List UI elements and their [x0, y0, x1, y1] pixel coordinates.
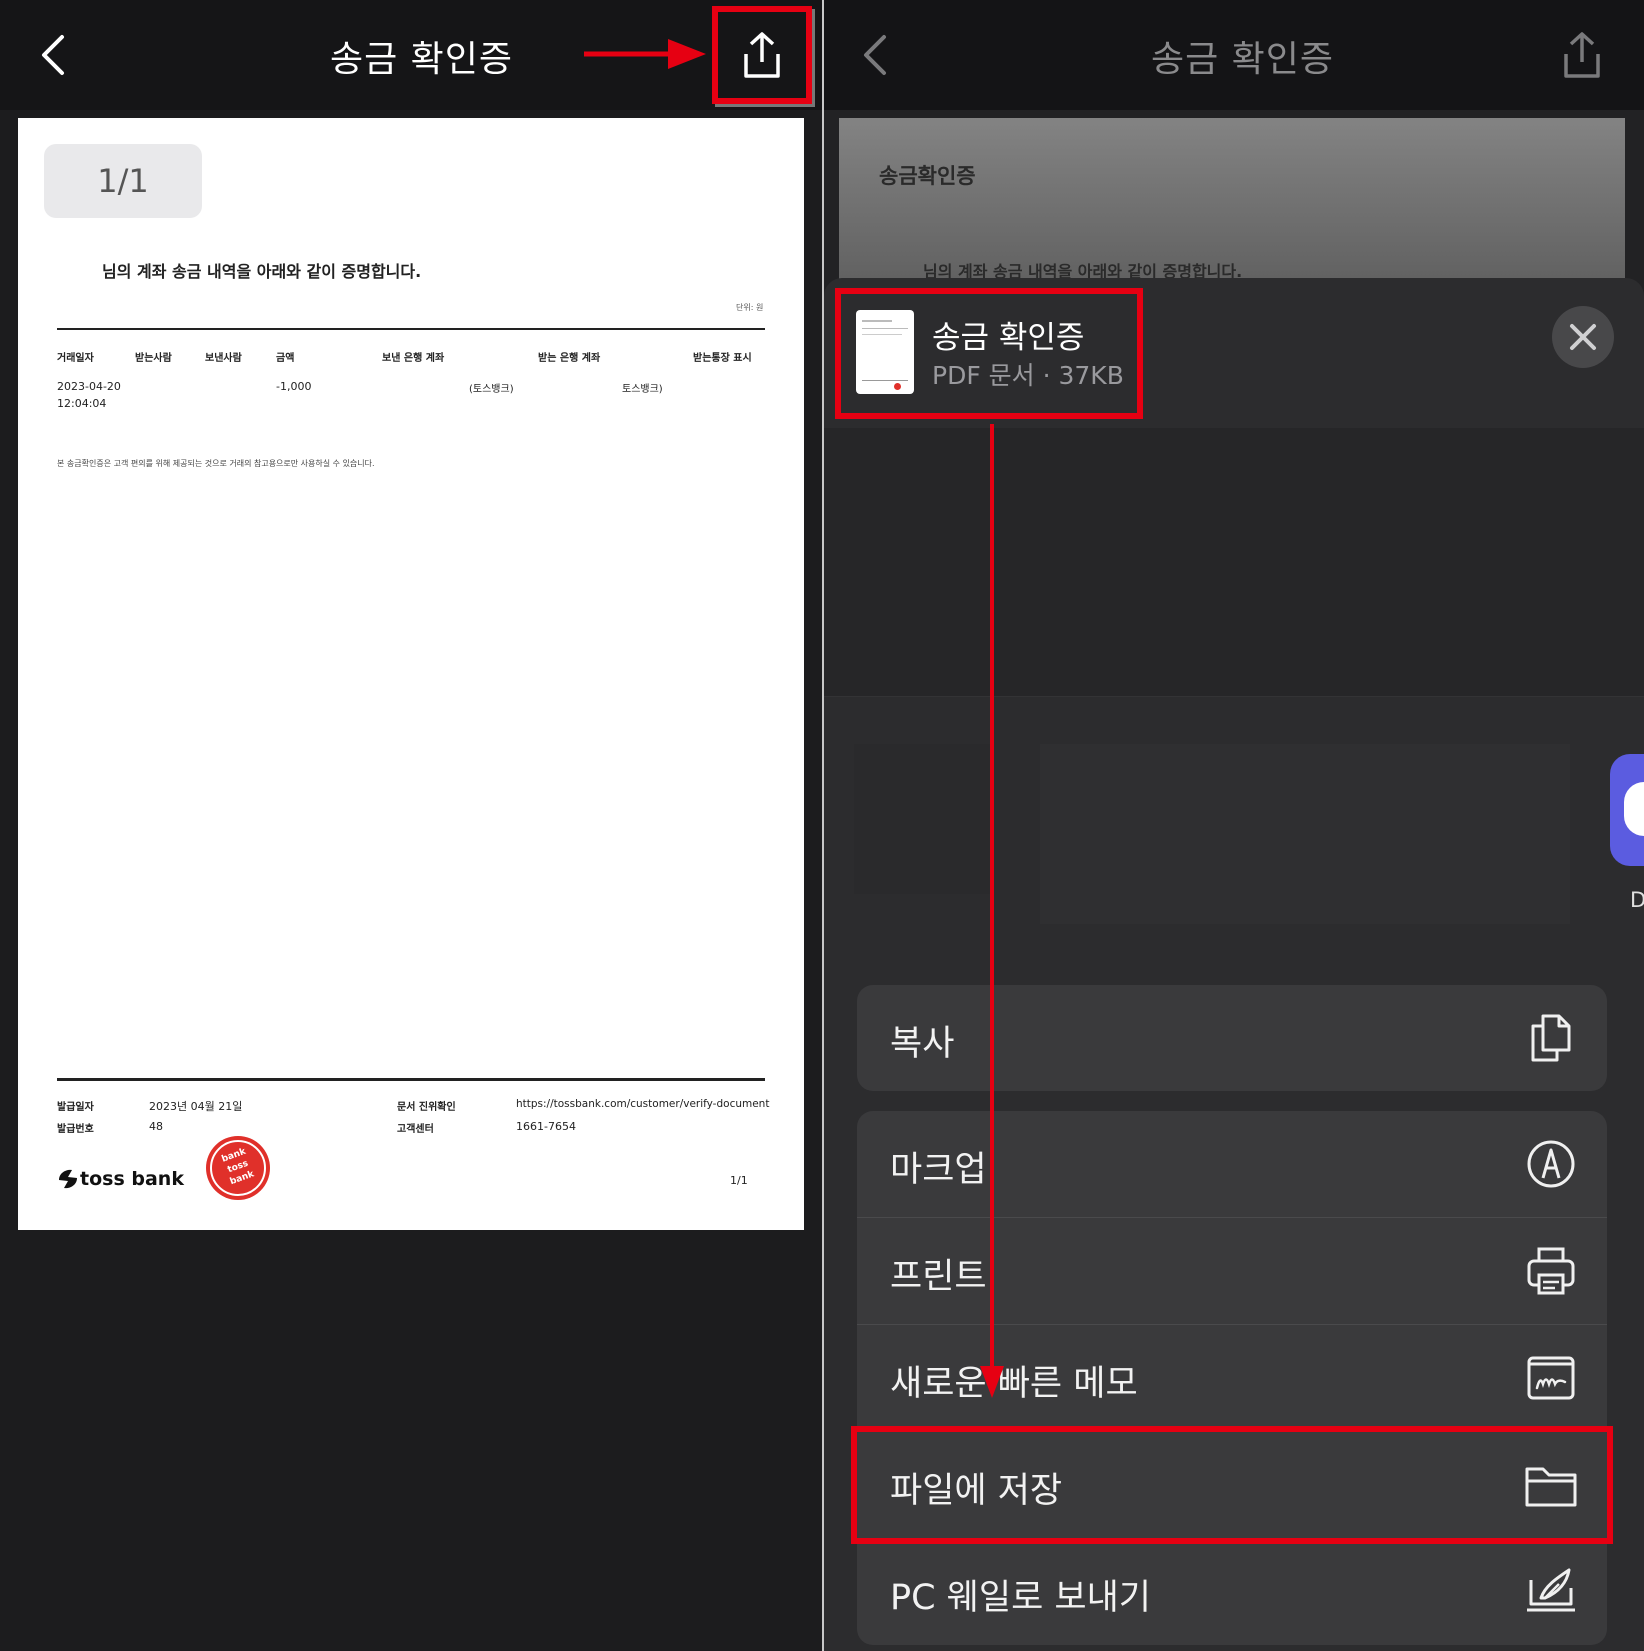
col-header-sender: 보낸사람 — [205, 353, 242, 364]
verify-url[interactable]: https://tossbank.com/customer/verify-doc… — [516, 1098, 769, 1110]
brand-wordmark: toss bank — [80, 1168, 184, 1190]
col-header-date: 거래일자 — [57, 353, 94, 364]
customer-center-phone: 1661-7654 — [516, 1120, 576, 1133]
row-time: 12:04:04 — [57, 397, 107, 410]
company-seal: bank toss bank — [206, 1136, 270, 1200]
left-nav-bar: 송금 확인증 — [0, 0, 822, 110]
right-screen: 송금 확인증 송금확인증 님의 계좌 송금 내역을 아래와 같이 증명합니다. … — [824, 0, 1644, 1651]
issue-date-label: 발급일자 — [57, 1102, 94, 1113]
page-indicator: 1/1 — [97, 162, 149, 200]
row-receiver-bank: 토스뱅크) — [622, 384, 663, 395]
row-sender-bank: (토스뱅크) — [469, 384, 514, 395]
unit-label: 단위: 원 — [736, 303, 764, 312]
document-heading: 님의 계좌 송금 내역을 아래와 같이 증명합니다. — [102, 262, 422, 281]
row-amount: -1,000 — [276, 380, 312, 393]
col-header-amount: 금액 — [276, 353, 295, 364]
toss-logo-icon — [59, 1169, 77, 1189]
left-screen: 송금 확인증 1/1 님의 계좌 송금 내역을 아래와 같이 증명합니다. 단위… — [0, 0, 822, 1651]
customer-center-label: 고객센터 — [397, 1124, 434, 1135]
issue-date: 2023년 04월 21일 — [149, 1100, 243, 1113]
transfer-receipt-document: 1/1 님의 계좌 송금 내역을 아래와 같이 증명합니다. 단위: 원 거래일… — [18, 118, 804, 1230]
annotation-arrow-right — [584, 39, 706, 69]
table-top-rule — [57, 328, 765, 330]
footer-page-number: 1/1 — [730, 1174, 748, 1187]
col-header-receiver-display: 받는통장 표시 — [693, 353, 752, 364]
row-date: 2023-04-20 — [57, 380, 121, 393]
col-header-receiver: 받는사람 — [135, 353, 172, 364]
left-page-title: 송금 확인증 — [330, 39, 514, 80]
share-button-highlight — [712, 6, 812, 104]
issue-no: 48 — [149, 1120, 163, 1133]
col-header-sender-account: 보낸 은행 계좌 — [382, 353, 445, 364]
verify-label: 문서 진위확인 — [397, 1102, 456, 1113]
issue-no-label: 발급번호 — [57, 1124, 94, 1135]
annotation-arrow-down — [980, 424, 1004, 1398]
back-chevron-icon[interactable] — [38, 34, 68, 76]
document-notice: 본 송금확인증은 고객 편의를 위해 제공되는 것으로 거래의 참고용으로만 사… — [57, 459, 375, 468]
footer-rule — [57, 1078, 765, 1081]
page-indicator-badge: 1/1 — [44, 144, 202, 218]
col-header-receiver-account: 받는 은행 계좌 — [538, 353, 601, 364]
